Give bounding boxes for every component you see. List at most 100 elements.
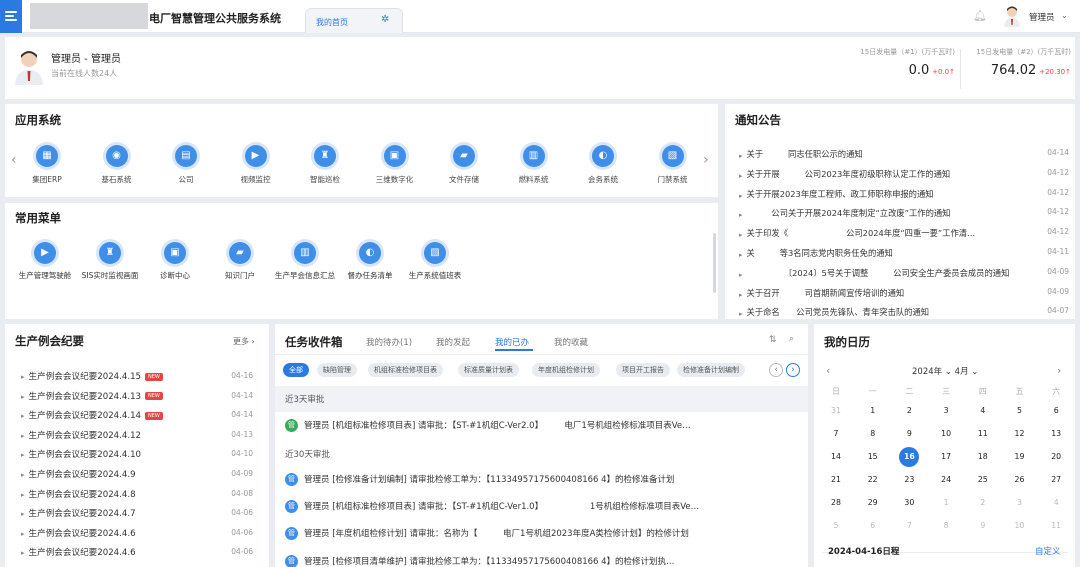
chevron-left-icon[interactable]: ‹ [769,363,783,377]
calendar-day[interactable]: 12 [1005,429,1035,438]
calendar-day[interactable]: 31 [821,406,851,415]
calendar-day[interactable]: 30 [894,498,924,507]
menu-item[interactable]: ◐ 督办任务清单 [337,242,403,281]
menu-item[interactable]: ♜ SIS实时监视画面 [77,242,143,281]
app-item[interactable]: ▥ 燃料系统 [502,145,566,185]
app-item[interactable]: ◐ 会务系统 [571,145,635,185]
notice-item[interactable]: ▸ 关于 同志任职公示的通知 04-14 [739,148,1069,160]
prev-month-icon[interactable]: ‹ [826,364,830,377]
calendar-day[interactable]: 5 [1005,406,1035,415]
tab-favorites[interactable]: 我的收藏 [554,336,588,348]
next-month-icon[interactable]: › [1057,364,1061,377]
app-item[interactable]: ▦ 集团ERP [15,145,79,185]
calendar-day[interactable]: 25 [968,475,998,484]
calendar-day[interactable]: 15 [858,452,888,461]
calendar-day[interactable]: 9 [894,429,924,438]
tab-initiated[interactable]: 我的发起 [436,336,470,348]
calendar-day[interactable]: 6 [1041,406,1071,415]
scrollbar[interactable] [713,233,716,293]
filter-chip[interactable]: 机组标准检修项目表 [368,363,443,377]
calendar-day[interactable]: 3 [931,406,961,415]
calendar-day[interactable]: 3 [1005,498,1035,507]
task-row[interactable]: 管管理员 [机组标准检修项目表] 请审批：【ST-#1机组C-Ver1.0】 1… [285,500,805,513]
calendar-day[interactable]: 20 [1041,452,1071,461]
calendar-day[interactable]: 29 [858,498,888,507]
calendar-day[interactable]: 24 [931,475,961,484]
meeting-item[interactable]: ▸ 生产例会会议纪要2024.4.15 NEW 04-16 [21,370,265,382]
meeting-item[interactable]: ▸ 生产例会会议纪要2024.4.10 04-10 [21,448,265,460]
calendar-day[interactable]: 8 [858,429,888,438]
filter-chip[interactable]: 标准质量计划表 [458,363,519,377]
calendar-day[interactable]: 17 [931,452,961,461]
filter-chip[interactable]: 全部 [283,363,309,377]
chevron-right-icon[interactable]: › [786,363,800,377]
more-link[interactable]: 更多 › [233,336,255,347]
calendar-day[interactable]: 5 [821,521,851,530]
app-item[interactable]: ▤ 公司 [154,145,218,185]
filter-chip[interactable]: 年度机组检修计划 [532,363,600,377]
calendar-day[interactable]: 6 [858,521,888,530]
task-row[interactable]: 管管理员 [检修项目清单维护] 请审批检修工单为：【11334957175600… [285,555,805,567]
notice-item[interactable]: ▸ 〔2024〕5号关于调整 公司安全生产委员会成员的通知 04-09 [739,267,1069,279]
calendar-day[interactable]: 2 [894,406,924,415]
menu-item[interactable]: ▶ 生产管理驾驶舱 [12,242,78,281]
notice-item[interactable]: ▸ 关于开展2023年度工程师、政工师职称申报的通知 04-12 [739,188,1069,200]
calendar-day[interactable]: 9 [968,521,998,530]
menu-toggle-icon[interactable] [0,0,22,33]
calendar-day[interactable]: 26 [1005,475,1035,484]
chevron-down-icon[interactable]: ⌄ [1061,11,1068,20]
task-row[interactable]: 管管理员 [检修准备计划编制] 请审批检修工单为：【11334957175600… [285,473,805,486]
menu-item[interactable]: ▣ 诊断中心 [142,242,208,281]
notice-item[interactable]: ▸ 公司关于开展2024年度制定“立改废”工作的通知 04-12 [739,207,1069,219]
menu-item[interactable]: ▰ 知识门户 [207,242,273,281]
calendar-day[interactable]: 4 [1041,498,1071,507]
filter-chip[interactable]: 项目开工报告 [616,363,670,377]
app-item[interactable]: ◉ 基石系统 [85,145,149,185]
app-item[interactable]: ▣ 三维数字化 [363,145,427,185]
notice-item[interactable]: ▸ 关于印发《 公司2024年度“四重一要”工作清… 04-12 [739,227,1069,239]
calendar-day[interactable]: 28 [821,498,851,507]
calendar-day[interactable]: 22 [858,475,888,484]
calendar-day[interactable]: 21 [821,475,851,484]
calendar-day[interactable]: 27 [1041,475,1071,484]
calendar-day[interactable]: 10 [1005,521,1035,530]
calendar-day[interactable]: 11 [1041,521,1071,530]
task-row[interactable]: 管管理员 [机组标准检修项目表] 请审批：【ST-#1机组C-Ver2.0】 电… [285,419,805,432]
app-item[interactable]: ♜ 智能巡检 [293,145,357,185]
year-month-select[interactable]: 2024年 ⌄ 4月 ⌄ [912,365,978,377]
sort-icon[interactable]: ⇅ [769,335,777,345]
app-item[interactable]: ▰ 文件存储 [432,145,496,185]
custom-link[interactable]: 自定义 [1035,545,1061,557]
calendar-day[interactable]: 7 [821,429,851,438]
notice-item[interactable]: ▸ 关 等3名同志党内职务任免的通知 04-11 [739,247,1069,259]
calendar-day[interactable]: 10 [931,429,961,438]
meeting-item[interactable]: ▸ 生产例会会议纪要2024.4.13 NEW 04-14 [21,390,265,402]
app-item[interactable]: ▧ 门禁系统 [641,145,705,185]
calendar-day[interactable]: 2 [968,498,998,507]
calendar-day[interactable]: 14 [821,452,851,461]
calendar-day[interactable]: 18 [968,452,998,461]
meeting-item[interactable]: ▸ 生产例会会议纪要2024.4.6 04-06 [21,527,265,539]
calendar-day[interactable]: 1 [931,498,961,507]
menu-item[interactable]: ▧ 生产系统值班表 [402,242,468,281]
tab-todo[interactable]: 我的待办(1) [366,336,412,348]
calendar-day[interactable]: 11 [968,429,998,438]
app-item[interactable]: ▶ 视频监控 [224,145,288,185]
gear-icon[interactable]: ✲ [381,14,389,25]
meeting-item[interactable]: ▸ 生产例会会议纪要2024.4.14 NEW 04-14 [21,409,265,421]
calendar-day[interactable]: 7 [894,521,924,530]
filter-chip[interactable]: 缺陷管理 [317,363,357,377]
meeting-item[interactable]: ▸ 生产例会会议纪要2024.4.12 04-13 [21,429,265,441]
bell-icon[interactable]: 🔔︎ [973,9,987,22]
calendar-day[interactable]: 4 [968,406,998,415]
notice-item[interactable]: ▸ 关于命名 公司党员先锋队、青年突击队的通知 04-07 [739,306,1069,318]
menu-item[interactable]: ▥ 生产早会信息汇总 [272,242,338,281]
filter-chip[interactable]: 检修准备计划编制 [677,363,745,377]
notice-item[interactable]: ▸ 关于开展 公司2023年度初级职称认定工作的通知 04-12 [739,168,1069,180]
search-icon[interactable]: ⌕ [789,334,794,344]
calendar-day[interactable]: 19 [1005,452,1035,461]
meeting-item[interactable]: ▸ 生产例会会议纪要2024.4.8 04-08 [21,488,265,500]
meeting-item[interactable]: ▸ 生产例会会议纪要2024.4.6 04-06 [21,546,265,558]
calendar-day[interactable]: 23 [894,475,924,484]
tab-done[interactable]: 我的已办 [495,336,529,348]
